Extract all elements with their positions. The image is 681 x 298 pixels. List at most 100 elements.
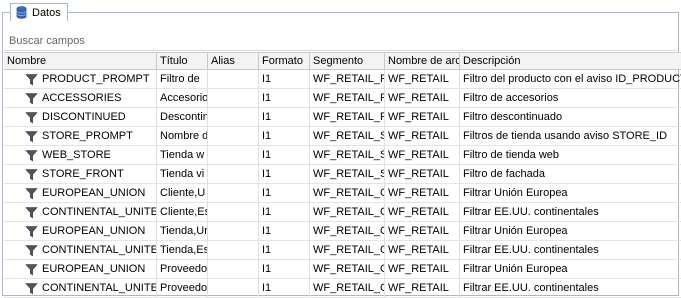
field-file-name: WF_RETAIL — [385, 70, 460, 88]
field-file-name: WF_RETAIL — [385, 222, 460, 240]
table-row[interactable]: CONTINENTAL_UNITE Proveedo I1 WF_RETAIL_… — [4, 279, 681, 298]
field-name: CONTINENTAL_UNITE — [42, 206, 157, 218]
field-alias — [208, 260, 259, 278]
table-row[interactable]: PRODUCT_PROMPT Filtro de I1 WF_RETAIL_P … — [4, 70, 681, 89]
field-name: STORE_PROMPT — [42, 130, 133, 142]
field-alias — [208, 89, 259, 107]
filter-icon — [25, 206, 38, 218]
filter-icon — [25, 187, 38, 199]
tab-label: Datos — [32, 6, 61, 19]
column-header-alias[interactable]: Alias — [208, 53, 259, 69]
table-row[interactable]: CONTINENTAL_UNITE Cliente,Es I1 WF_RETAI… — [4, 203, 681, 222]
table-row[interactable]: ACCESSORIES Accesorio I1 WF_RETAIL_P WF_… — [4, 89, 681, 108]
field-segment: WF_RETAIL_G — [310, 184, 385, 202]
name-cell: EUROPEAN_UNION — [4, 260, 157, 278]
table-row[interactable]: STORE_PROMPT Nombre d I1 WF_RETAIL_S WF_… — [4, 127, 681, 146]
column-header-formato[interactable]: Formato — [259, 53, 310, 69]
column-header-nombre[interactable]: Nombre — [4, 53, 157, 69]
field-title: Cliente,U — [157, 184, 208, 202]
field-segment: WF_RETAIL_P — [310, 70, 385, 88]
field-description: Filtrar Unión Europea — [463, 225, 568, 237]
table-row[interactable]: DISCONTINUED Descontin I1 WF_RETAIL_P WF… — [4, 108, 681, 127]
filter-icon — [25, 111, 38, 123]
field-alias — [208, 127, 259, 145]
field-file-name: WF_RETAIL — [385, 241, 460, 259]
field-segment: WF_RETAIL_S — [310, 165, 385, 183]
field-description: Filtrar EE.UU. continentales — [463, 206, 599, 218]
field-name: CONTINENTAL_UNITE — [42, 244, 157, 256]
table-row[interactable]: EUROPEAN_UNION Cliente,U I1 WF_RETAIL_G … — [4, 184, 681, 203]
field-description: Filtros de tienda usando aviso STORE_ID — [463, 130, 668, 142]
field-title: Tienda,Es — [157, 241, 208, 259]
database-icon — [16, 6, 27, 19]
table-body: PRODUCT_PROMPT Filtro de I1 WF_RETAIL_P … — [4, 70, 681, 298]
name-cell: WEB_STORE — [4, 146, 157, 164]
field-title: Nombre d — [157, 127, 208, 145]
field-name: STORE_FRONT — [42, 168, 124, 180]
field-file-name: WF_RETAIL — [385, 146, 460, 164]
field-alias — [208, 222, 259, 240]
name-cell: EUROPEAN_UNION — [4, 222, 157, 240]
filter-icon — [25, 282, 38, 294]
tab-datos[interactable]: Datos — [10, 3, 68, 21]
fields-table: Nombre Título Alias Formato Segmento Nom… — [4, 52, 681, 298]
table-row[interactable]: EUROPEAN_UNION Proveedo I1 WF_RETAIL_G W… — [4, 260, 681, 279]
field-file-name: WF_RETAIL — [385, 165, 460, 183]
field-title: Accesorio — [157, 89, 208, 107]
name-cell: CONTINENTAL_UNITE — [4, 203, 157, 221]
name-cell: CONTINENTAL_UNITE — [4, 241, 157, 259]
field-alias — [208, 70, 259, 88]
field-alias — [208, 203, 259, 221]
field-segment: WF_RETAIL_G — [310, 260, 385, 278]
field-name: PRODUCT_PROMPT — [42, 73, 150, 85]
table-row[interactable]: STORE_FRONT Tienda vi I1 WF_RETAIL_S WF_… — [4, 165, 681, 184]
field-title: Proveedo — [157, 279, 208, 297]
name-cell: CONTINENTAL_UNITE — [4, 279, 157, 297]
filter-icon — [25, 225, 38, 237]
search-input[interactable] — [9, 34, 309, 47]
field-description: Filtro del producto con el aviso ID_PROD… — [463, 73, 681, 85]
field-segment: WF_RETAIL_P — [310, 89, 385, 107]
table-row[interactable]: WEB_STORE Tienda w I1 WF_RETAIL_S WF_RET… — [4, 146, 681, 165]
table-header: Nombre Título Alias Formato Segmento Nom… — [4, 52, 681, 70]
field-format: I1 — [259, 222, 310, 240]
field-format: I1 — [259, 279, 310, 297]
column-header-titulo[interactable]: Título — [157, 53, 208, 69]
name-cell: DISCONTINUED — [4, 108, 157, 126]
field-name: WEB_STORE — [42, 149, 111, 161]
field-segment: WF_RETAIL_S — [310, 127, 385, 145]
column-header-nombre-archivo[interactable]: Nombre de arc — [385, 53, 460, 69]
field-title: Tienda w — [157, 146, 208, 164]
field-format: I1 — [259, 260, 310, 278]
field-file-name: WF_RETAIL — [385, 260, 460, 278]
field-format: I1 — [259, 241, 310, 259]
field-name: EUROPEAN_UNION — [42, 187, 146, 199]
field-file-name: WF_RETAIL — [385, 279, 460, 297]
column-header-descripcion[interactable]: Descripción — [460, 53, 681, 69]
field-title: Filtro de — [157, 70, 208, 88]
field-format: I1 — [259, 108, 310, 126]
field-file-name: WF_RETAIL — [385, 184, 460, 202]
field-file-name: WF_RETAIL — [385, 108, 460, 126]
field-alias — [208, 184, 259, 202]
field-format: I1 — [259, 146, 310, 164]
field-title: Proveedo — [157, 260, 208, 278]
field-name: EUROPEAN_UNION — [42, 263, 146, 275]
field-description: Filtrar EE.UU. continentales — [463, 282, 599, 294]
field-description: Filtrar Unión Europea — [463, 187, 568, 199]
field-alias — [208, 241, 259, 259]
column-header-segmento[interactable]: Segmento — [310, 53, 385, 69]
field-description: Filtrar Unión Europea — [463, 263, 568, 275]
field-format: I1 — [259, 165, 310, 183]
field-title: Descontin — [157, 108, 208, 126]
field-segment: WF_RETAIL_P — [310, 108, 385, 126]
table-row[interactable]: EUROPEAN_UNION Tienda,Ur I1 WF_RETAIL_G … — [4, 222, 681, 241]
field-title: Tienda vi — [157, 165, 208, 183]
table-row[interactable]: CONTINENTAL_UNITE Tienda,Es I1 WF_RETAIL… — [4, 241, 681, 260]
name-cell: ACCESSORIES — [4, 89, 157, 107]
field-title: Cliente,Es — [157, 203, 208, 221]
field-file-name: WF_RETAIL — [385, 203, 460, 221]
filter-icon — [25, 244, 38, 256]
field-file-name: WF_RETAIL — [385, 89, 460, 107]
field-format: I1 — [259, 89, 310, 107]
